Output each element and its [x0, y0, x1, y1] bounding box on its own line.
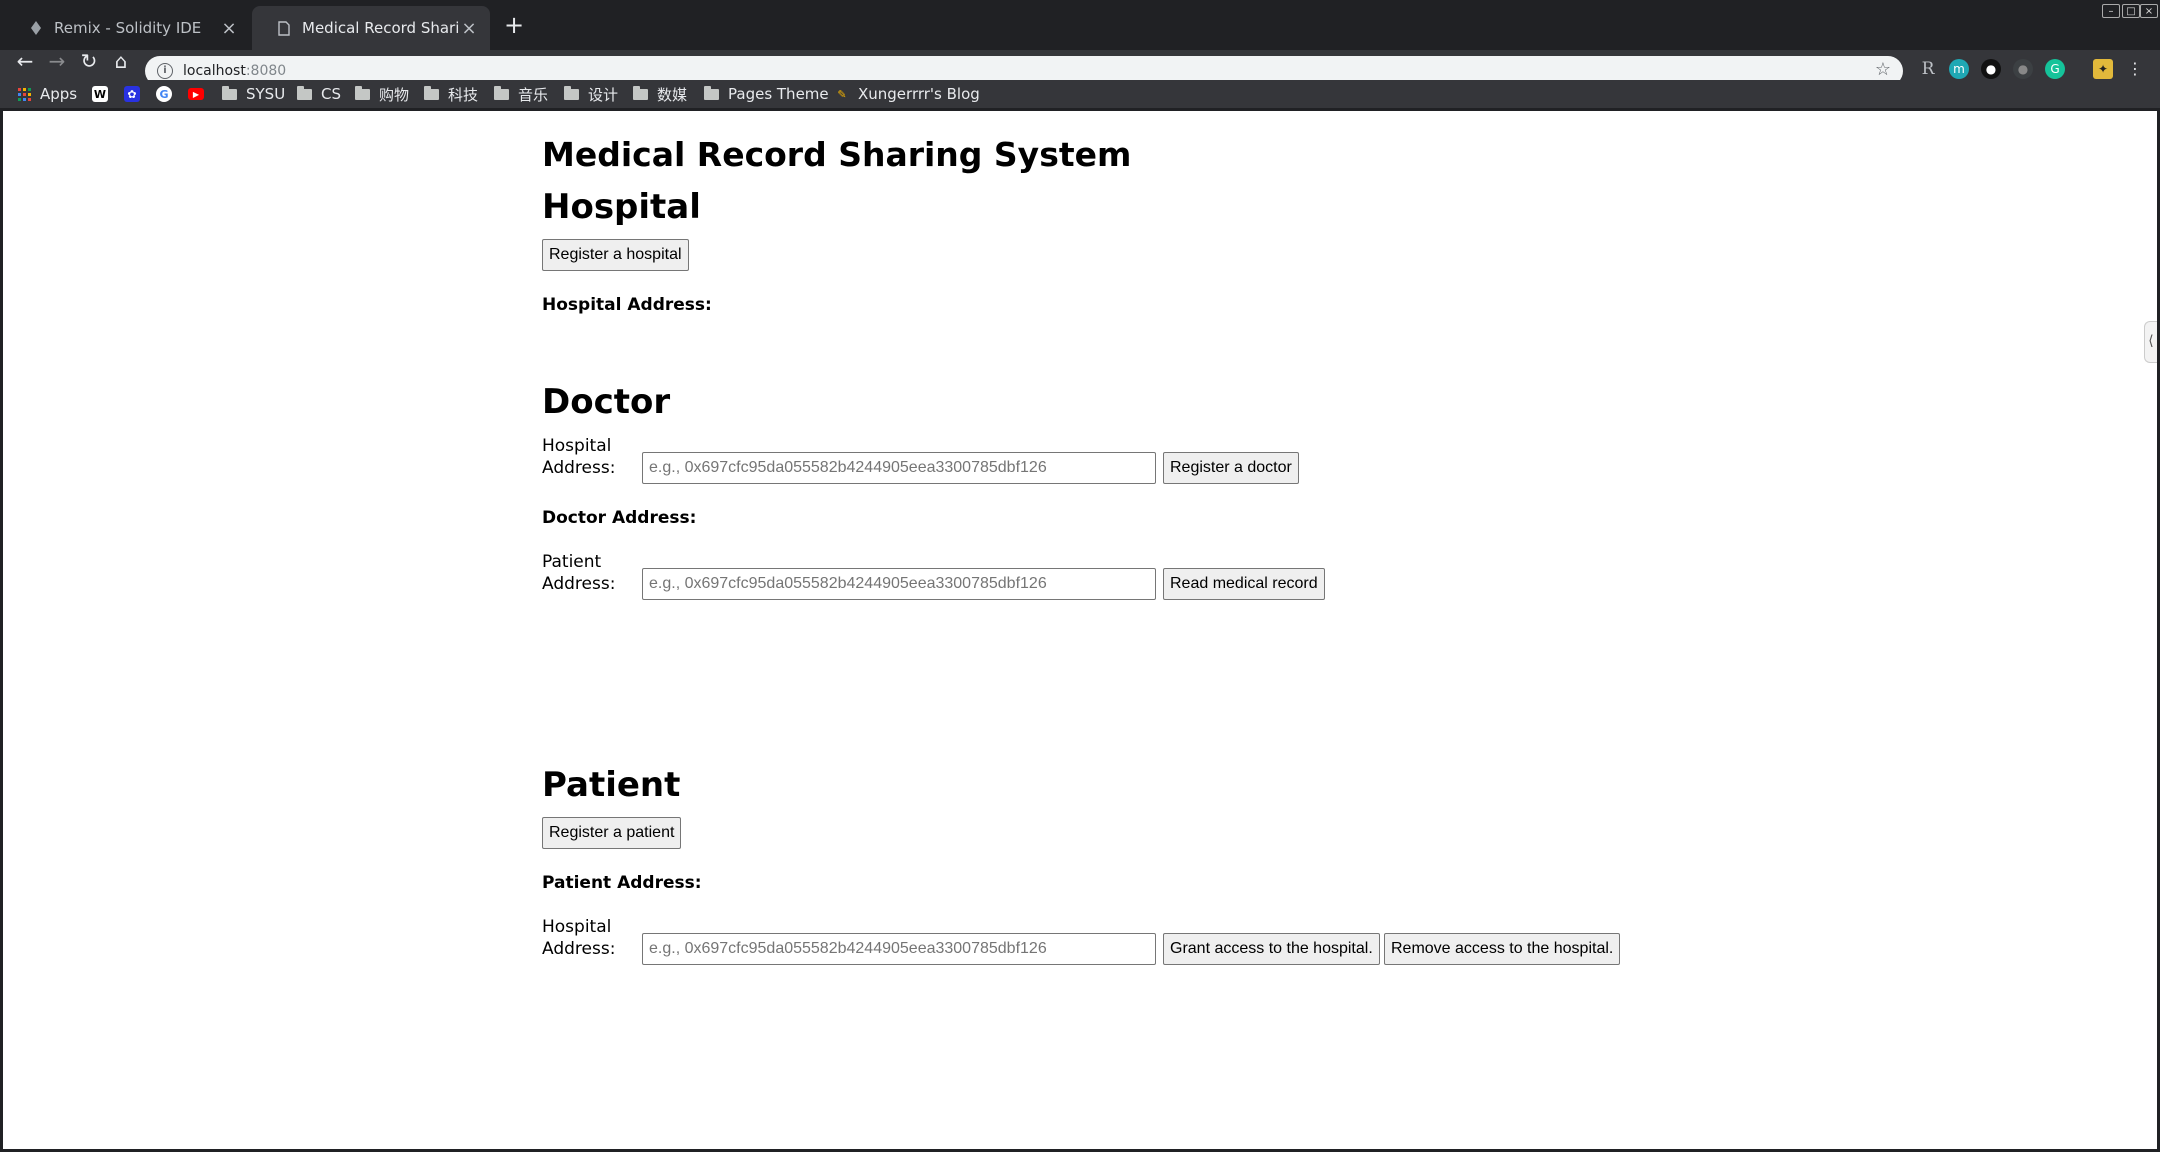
bookmark-label: 设计	[588, 85, 619, 104]
tab-medical-record[interactable]: Medical Record Sharing System ×	[252, 6, 490, 50]
bookmark-label: SYSU	[246, 85, 286, 103]
bookmark-folder-music[interactable]: 音乐	[494, 84, 548, 104]
bookmark-folder-media[interactable]: 数媒	[633, 84, 687, 104]
bookmark-folder-cs[interactable]: CS	[297, 84, 341, 104]
apps-grid-icon	[18, 87, 31, 101]
grant-access-button[interactable]: Grant access to the hospital.	[1163, 933, 1380, 965]
tab-close-icon[interactable]: ×	[220, 18, 238, 39]
forward-icon[interactable]: →	[42, 46, 72, 76]
bookmark-youtube[interactable]: ▶	[188, 84, 204, 104]
hospital-address-label: Hospital Address:	[542, 295, 712, 315]
bookmark-label: 科技	[448, 85, 479, 104]
doctor-address-label: Doctor Address:	[542, 508, 697, 528]
extension-bee-icon[interactable]: ✦	[2093, 59, 2113, 79]
read-medical-record-button[interactable]: Read medical record	[1163, 568, 1325, 600]
url-host: localhost	[183, 63, 246, 79]
page-title: Medical Record Sharing System	[542, 135, 1132, 174]
youtube-icon: ▶	[188, 88, 204, 100]
patient-heading: Patient	[542, 765, 681, 805]
folder-icon	[704, 85, 719, 100]
menu-dots-icon[interactable]: ⋮	[2125, 59, 2145, 79]
doctor-heading: Doctor	[542, 382, 671, 422]
site-info-icon[interactable]: i	[157, 63, 173, 79]
patient-address-label: Patient Address:	[542, 552, 616, 594]
bookmark-label: Xungerrrr's Blog	[858, 85, 980, 103]
bookmark-folder-tech[interactable]: 科技	[424, 84, 478, 104]
folder-icon	[222, 85, 237, 100]
back-icon[interactable]: ←	[10, 46, 40, 76]
folder-icon	[494, 85, 509, 100]
patient-hospital-address-label: Hospital Address:	[542, 917, 616, 959]
patient-address-label: Patient Address:	[542, 873, 702, 893]
remix-favicon-icon	[28, 20, 44, 36]
maximize-icon[interactable]: □	[2122, 4, 2140, 18]
tab-close-icon[interactable]: ×	[460, 18, 478, 39]
reload-icon[interactable]: ↻	[74, 46, 104, 76]
doctor-hospital-address-input[interactable]	[642, 452, 1156, 484]
bookmark-wiki[interactable]: W	[92, 84, 108, 104]
wiki-icon: W	[92, 86, 108, 102]
register-hospital-button[interactable]: Register a hospital	[542, 239, 689, 271]
bookmark-star-icon[interactable]: ☆	[1875, 59, 1891, 80]
folder-icon	[633, 85, 648, 100]
bookmark-blog[interactable]: ✎ Xungerrrr's Blog	[834, 84, 980, 104]
home-icon[interactable]: ⌂	[106, 46, 136, 76]
folder-icon	[564, 85, 579, 100]
hospital-heading: Hospital	[542, 187, 701, 227]
bookmark-google[interactable]: G	[156, 84, 172, 104]
new-tab-icon[interactable]: +	[500, 12, 528, 40]
bookmark-label: 数媒	[657, 85, 688, 104]
bookmark-label: 购物	[379, 85, 410, 104]
folder-icon	[424, 85, 439, 100]
patient-address-input[interactable]	[642, 568, 1156, 600]
page-favicon-icon	[276, 20, 292, 36]
bookmark-label: 音乐	[518, 85, 549, 104]
close-window-icon[interactable]: ×	[2140, 4, 2158, 18]
folder-icon	[355, 85, 370, 100]
minimize-icon[interactable]: –	[2102, 4, 2120, 18]
bookmark-folder-sysu[interactable]: SYSU	[222, 84, 285, 104]
bookmark-folder-shopping[interactable]: 购物	[355, 84, 409, 104]
bookmark-label: CS	[321, 85, 341, 103]
bookmark-apps[interactable]: Apps	[18, 84, 77, 104]
bookmark-baidu[interactable]: ✿	[124, 84, 140, 104]
register-doctor-button[interactable]: Register a doctor	[1163, 452, 1299, 484]
blog-icon: ✎	[837, 87, 847, 101]
patient-hospital-address-input[interactable]	[642, 933, 1156, 965]
google-icon: G	[156, 86, 172, 102]
remove-access-button[interactable]: Remove access to the hospital.	[1384, 933, 1621, 965]
extension-m-icon[interactable]: m	[1949, 59, 1969, 79]
baidu-icon: ✿	[124, 86, 140, 102]
bookmark-label: Pages Theme	[728, 85, 829, 103]
tab-title: Medical Record Sharing System	[302, 19, 460, 37]
folder-icon	[297, 85, 312, 100]
extension-dark2-icon[interactable]: ●	[2013, 59, 2033, 79]
bookmark-folder-design[interactable]: 设计	[564, 84, 618, 104]
tab-title: Remix - Solidity IDE	[54, 19, 202, 37]
doctor-hospital-address-label: Hospital Address:	[542, 436, 616, 478]
tab-remix[interactable]: Remix - Solidity IDE ×	[4, 6, 250, 50]
page-viewport: Medical Record Sharing System Hospital R…	[3, 111, 2157, 1149]
bookmark-label: Apps	[40, 85, 78, 103]
url-port: :8080	[245, 63, 287, 79]
extension-r-icon[interactable]: R	[1918, 59, 1938, 79]
bookmark-folder-pages-theme[interactable]: Pages Theme	[704, 84, 829, 104]
grammarly-icon[interactable]: G	[2045, 59, 2065, 79]
side-panel-handle-icon[interactable]: ⟨	[2144, 321, 2157, 363]
extension-dark-icon[interactable]: ●	[1981, 59, 2001, 79]
register-patient-button[interactable]: Register a patient	[542, 817, 682, 849]
